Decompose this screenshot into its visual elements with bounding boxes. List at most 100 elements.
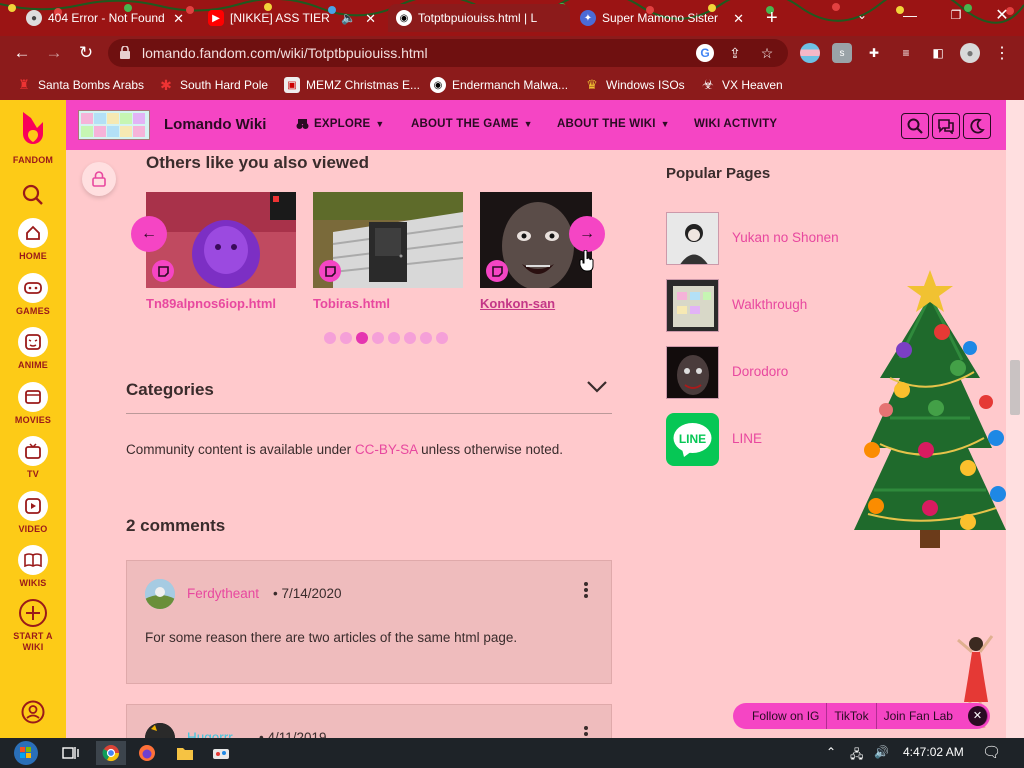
- popular-page-thumbnail[interactable]: [666, 279, 719, 332]
- media-queue-icon[interactable]: ≡: [896, 43, 916, 63]
- bookmark-south-hard-pole[interactable]: ✱ South Hard Pole: [158, 76, 268, 94]
- tab-active-wiki[interactable]: ◉ Totptbpuiouiss.html | L: [388, 4, 570, 32]
- google-lens-icon[interactable]: G: [696, 44, 714, 62]
- popular-page-label[interactable]: Dorodoro: [732, 364, 788, 379]
- rail-video[interactable]: VIDEO: [0, 491, 66, 535]
- page-scrollbar[interactable]: [1006, 100, 1024, 738]
- recommendation-card[interactable]: Konkon-san: [480, 192, 592, 311]
- close-window-button[interactable]: ✕: [980, 0, 1024, 30]
- new-tab-button[interactable]: +: [758, 4, 788, 32]
- volume-icon[interactable]: 🔊: [874, 745, 889, 759]
- carousel-dot[interactable]: [404, 332, 416, 344]
- wiki-logo[interactable]: [78, 110, 150, 140]
- card-caption[interactable]: Konkon-san: [480, 296, 592, 311]
- taskbar-app[interactable]: [206, 741, 236, 765]
- rail-games[interactable]: GAMES: [0, 273, 66, 317]
- profile-avatar-icon[interactable]: ●: [960, 43, 980, 63]
- recommendation-card[interactable]: Tn89alpnos6iop.html: [146, 192, 296, 311]
- s-extension-icon[interactable]: s: [832, 43, 852, 63]
- tab-super-mamono[interactable]: ✦ Super Mamono Sister ✕: [572, 4, 750, 32]
- taskbar-firefox[interactable]: [132, 741, 162, 765]
- tab-search-chevron-icon[interactable]: ⌄: [840, 0, 884, 30]
- carousel-dot[interactable]: [436, 332, 448, 344]
- speaker-icon[interactable]: 🔈: [341, 11, 356, 25]
- carousel-dot[interactable]: [388, 332, 400, 344]
- taskbar-chrome[interactable]: [96, 741, 126, 765]
- tab-404-error[interactable]: ● 404 Error - Not Found ✕: [18, 4, 190, 32]
- bookmark-windows-isos[interactable]: ♛ Windows ISOs: [584, 76, 685, 94]
- card-thumbnail[interactable]: [146, 192, 296, 288]
- rail-home[interactable]: HOME: [0, 218, 66, 262]
- rail-movies[interactable]: MOVIES: [0, 382, 66, 426]
- rail-wikis[interactable]: WIKIS: [0, 545, 66, 589]
- restore-button[interactable]: ❐: [934, 0, 978, 30]
- popular-page-label[interactable]: Yukan no Shonen: [732, 230, 839, 245]
- omnibox[interactable]: lomando.fandom.com/wiki/Totptbpuiouiss.h…: [108, 39, 788, 67]
- scrollbar-thumb[interactable]: [1010, 360, 1020, 415]
- avatar[interactable]: [145, 579, 175, 609]
- clock[interactable]: 4:47:02 AM: [903, 745, 964, 759]
- taskbar-file-explorer[interactable]: [170, 741, 200, 765]
- more-options-icon[interactable]: [583, 581, 589, 599]
- bookmark-vx-heaven[interactable]: ☣ VX Heaven: [700, 76, 783, 94]
- card-caption[interactable]: Tn89alpnos6iop.html: [146, 296, 296, 311]
- line-app-icon[interactable]: LINE: [666, 413, 719, 466]
- rail-tv[interactable]: TV: [0, 436, 66, 480]
- carousel-dot[interactable]: [324, 332, 336, 344]
- carousel-next-button[interactable]: →: [569, 216, 605, 252]
- carousel-prev-button[interactable]: ←: [131, 216, 167, 252]
- popular-page-thumbnail[interactable]: [666, 346, 719, 399]
- popular-page-thumbnail[interactable]: [666, 212, 719, 265]
- action-center-icon[interactable]: 🗨: [982, 743, 1001, 761]
- minimize-button[interactable]: —: [888, 0, 932, 30]
- nav-about-game[interactable]: ABOUT THE GAME ▼: [411, 118, 533, 130]
- discussions-button[interactable]: [932, 113, 960, 139]
- bookmark-endermanch[interactable]: ◉ Endermanch Malwa...: [430, 76, 568, 94]
- recommendation-card[interactable]: Tobiras.html: [313, 192, 463, 311]
- nav-explore[interactable]: EXPLORE ▼: [296, 118, 384, 130]
- categories-toggle[interactable]: Categories: [126, 374, 612, 414]
- popular-page-label[interactable]: Walkthrough: [732, 297, 807, 312]
- page-lock-button[interactable]: [82, 162, 116, 196]
- bookmark-star-icon[interactable]: ☆: [758, 44, 776, 62]
- close-tab-icon[interactable]: ✕: [173, 11, 184, 27]
- network-icon[interactable]: 🖧: [850, 745, 863, 766]
- popular-page-item[interactable]: Yukan no Shonen: [666, 212, 966, 266]
- close-icon[interactable]: ✕: [967, 706, 988, 726]
- back-button[interactable]: ←: [10, 41, 34, 65]
- close-tab-icon[interactable]: ✕: [365, 11, 376, 27]
- url-text[interactable]: lomando.fandom.com/wiki/Totptbpuiouiss.h…: [142, 45, 428, 61]
- card-caption[interactable]: Tobiras.html: [313, 296, 463, 311]
- carousel-dot[interactable]: [340, 332, 352, 344]
- rail-search[interactable]: [0, 184, 66, 206]
- follow-ig-link[interactable]: Follow on IG: [745, 703, 828, 729]
- wiki-name[interactable]: Lomando Wiki: [164, 116, 266, 133]
- reload-button[interactable]: ↻: [74, 41, 98, 65]
- rail-account[interactable]: [0, 700, 66, 724]
- task-view-button[interactable]: [56, 741, 86, 765]
- side-panel-icon[interactable]: ◧: [928, 43, 948, 63]
- flag-extension-icon[interactable]: [800, 43, 820, 63]
- carousel-dot[interactable]: [420, 332, 432, 344]
- bookmark-memz[interactable]: ▣ MEMZ Christmas E...: [284, 76, 420, 94]
- join-fan-lab-link[interactable]: Join Fan Lab: [877, 703, 960, 729]
- comment-author[interactable]: Ferdytheant: [187, 586, 259, 601]
- license-link[interactable]: CC-BY-SA: [355, 442, 418, 457]
- rail-anime[interactable]: ANIME: [0, 327, 66, 371]
- carousel-dot[interactable]: [372, 332, 384, 344]
- fandom-logo[interactable]: FANDOM: [0, 110, 66, 166]
- card-thumbnail[interactable]: [313, 192, 463, 288]
- nav-about-wiki[interactable]: ABOUT THE WIKI ▼: [557, 118, 670, 130]
- rail-start-wiki[interactable]: START A WIKI: [0, 598, 66, 653]
- tiktok-link[interactable]: TikTok: [827, 703, 877, 729]
- popular-page-label[interactable]: LINE: [732, 431, 762, 446]
- share-icon[interactable]: ⇪: [726, 44, 744, 62]
- bookmark-santa-bombs[interactable]: ♜ Santa Bombs Arabs: [16, 76, 144, 94]
- extensions-puzzle-icon[interactable]: ✚: [864, 43, 884, 63]
- tray-expand-icon[interactable]: ⌃: [826, 745, 836, 759]
- nav-wiki-activity[interactable]: WIKI ACTIVITY: [694, 118, 777, 130]
- close-tab-icon[interactable]: ✕: [733, 11, 744, 27]
- carousel-dot[interactable]: [356, 332, 368, 344]
- tab-nikke-video[interactable]: ▶ [NIKKE] ASS TIER 🔈 ✕: [200, 4, 382, 32]
- browser-menu-icon[interactable]: ⋮: [992, 43, 1012, 63]
